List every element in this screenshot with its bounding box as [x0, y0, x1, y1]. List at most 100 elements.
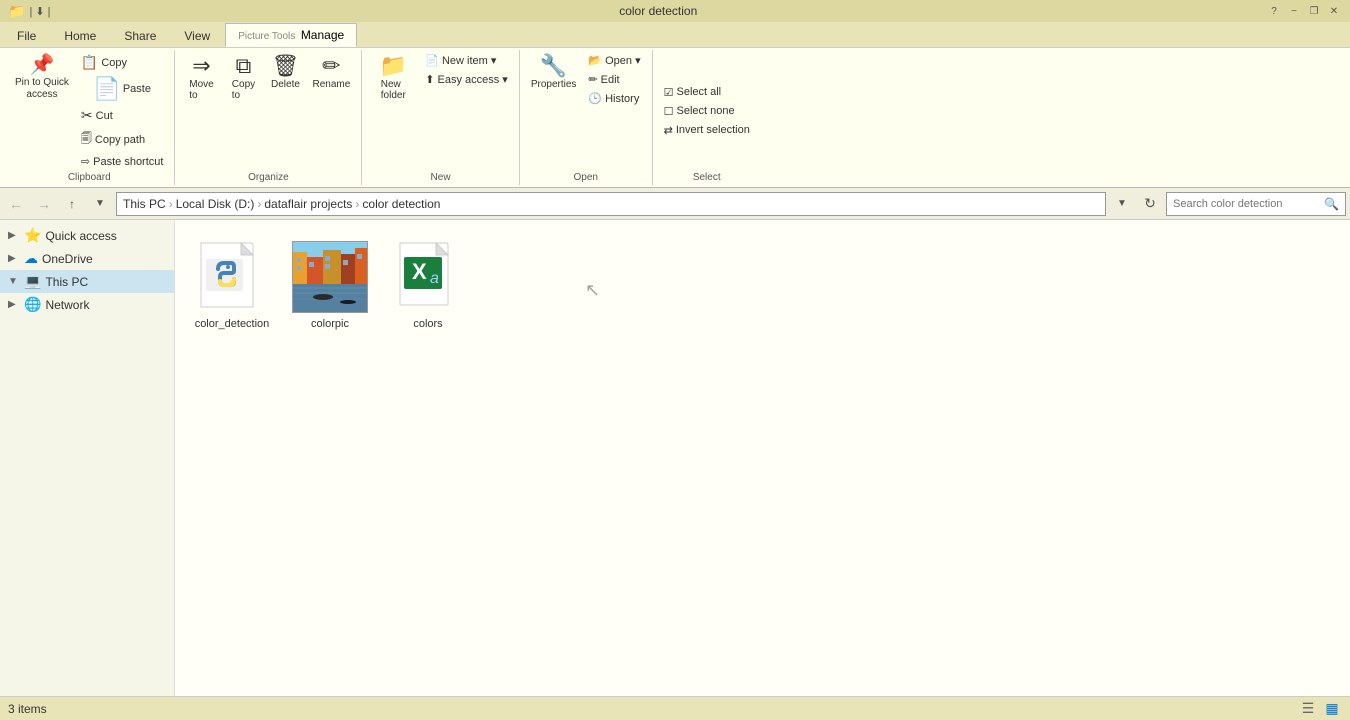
ribbon-group-open: 🔧 Properties 📂 Open ▾ ✏ Edit 🕒 History O…	[520, 50, 653, 185]
cut-button[interactable]: ✂ Cut	[76, 105, 169, 126]
new-folder-button[interactable]: 📁 Newfolder	[368, 52, 418, 104]
easy-access-button[interactable]: ⬆ Easy access ▾	[420, 71, 513, 88]
breadcrumb-local-disk[interactable]: Local Disk (D:)	[176, 197, 255, 211]
sidebar-item-network[interactable]: ▶ 🌐 Network	[0, 293, 174, 316]
back-button[interactable]: ←	[4, 192, 28, 216]
excel-file-icon-container: X a	[390, 239, 466, 315]
clipboard-buttons: 📌 Pin to Quickaccess 📋 Copy 📄 Paste ✂ Cu…	[10, 52, 168, 170]
copy-to-button[interactable]: ⧉ Copyto	[223, 52, 263, 104]
invert-selection-button[interactable]: ⇄ Invert selection	[659, 122, 755, 139]
chevron-icon-network: ▶	[8, 299, 20, 310]
details-view-button[interactable]: ▦	[1322, 699, 1342, 719]
python-file-svg	[196, 241, 268, 313]
quick-access-icon: ⭐	[24, 227, 41, 244]
pin-to-quick-access-button[interactable]: 📌 Pin to Quickaccess	[10, 52, 74, 104]
help-button[interactable]: ?	[1266, 3, 1282, 19]
colorpic-thumbnail	[293, 242, 368, 313]
network-icon: 🌐	[24, 296, 41, 313]
new-item-icon: 📄	[425, 54, 439, 67]
sidebar-item-onedrive[interactable]: ▶ ☁ OneDrive	[0, 247, 174, 270]
ribbon-tabs: File Home Share View Picture Tools Manag…	[0, 22, 1350, 48]
organize-buttons: ⇒ Moveto ⧉ Copyto 🗑 Delete ✏ Rename	[181, 52, 355, 170]
move-to-button[interactable]: ⇒ Moveto	[181, 52, 221, 104]
restore-button[interactable]: ❐	[1306, 3, 1322, 19]
sidebar-item-quick-access[interactable]: ▶ ⭐ Quick access	[0, 224, 174, 247]
sidebar: ▶ ⭐ Quick access ▶ ☁ OneDrive ▼ 💻 This P…	[0, 220, 175, 696]
organize-label: Organize	[181, 170, 355, 183]
up-button[interactable]: ↑	[60, 192, 84, 216]
copy-path-button[interactable]: 🗐 Copy path	[76, 128, 169, 151]
chevron-icon-onedrive: ▶	[8, 253, 20, 264]
properties-button[interactable]: 🔧 Properties	[526, 52, 582, 93]
status-bar: 3 items ☰ ▦	[0, 696, 1350, 720]
content-area: color_detection	[175, 220, 1350, 696]
svg-text:X: X	[412, 259, 427, 284]
move-icon: ⇒	[192, 55, 210, 77]
quick-access-toolbar: | ⬇ |	[29, 5, 50, 18]
paste-button[interactable]: 📄 Paste	[76, 75, 169, 103]
new-folder-icon: 📁	[380, 55, 407, 77]
python-file-icon-container	[194, 239, 270, 315]
file-item-colors[interactable]: X a colors	[383, 232, 473, 337]
sidebar-label-quick-access: Quick access	[45, 229, 116, 243]
clipboard-label: Clipboard	[10, 170, 168, 183]
title-bar-left: 📁 | ⬇ |	[8, 3, 50, 20]
new-item-button[interactable]: 📄 New item ▾	[420, 52, 513, 69]
close-button[interactable]: ✕	[1326, 3, 1342, 19]
address-bar[interactable]: This PC › Local Disk (D:) › dataflair pr…	[116, 192, 1106, 216]
sidebar-label-onedrive: OneDrive	[42, 252, 93, 266]
refresh-button[interactable]: ↻	[1138, 192, 1162, 216]
edit-button[interactable]: ✏ Edit	[583, 71, 645, 88]
file-name-colorpic: colorpic	[311, 318, 349, 330]
list-view-button[interactable]: ☰	[1298, 699, 1318, 719]
select-label: Select	[659, 170, 755, 183]
minimize-button[interactable]: −	[1286, 3, 1302, 19]
rename-icon: ✏	[322, 55, 340, 77]
history-button[interactable]: 🕒 History	[583, 90, 645, 107]
breadcrumb-color-detection[interactable]: color detection	[362, 197, 440, 211]
forward-button[interactable]: →	[32, 192, 56, 216]
file-item-colorpic[interactable]: colorpic	[285, 232, 375, 337]
breadcrumb-sep-2: ›	[257, 197, 261, 211]
file-item-color-detection[interactable]: color_detection	[187, 232, 277, 337]
tab-share[interactable]: Share	[111, 24, 169, 47]
sidebar-label-network: Network	[45, 298, 89, 312]
svg-text:a: a	[430, 270, 439, 287]
search-box[interactable]: 🔍	[1166, 192, 1346, 216]
select-buttons: ☑ Select all ☐ Select none ⇄ Invert sele…	[659, 52, 755, 170]
expand-address-button[interactable]: ▼	[88, 192, 112, 216]
open-button[interactable]: 📂 Open ▾	[583, 52, 645, 69]
copy-icon: 📋	[81, 54, 98, 71]
address-dropdown-button[interactable]: ▼	[1110, 192, 1134, 216]
paste-shortcut-icon: ⇨	[81, 155, 90, 168]
ribbon-group-select: ☑ Select all ☐ Select none ⇄ Invert sele…	[653, 50, 761, 185]
navigation-bar: ← → ↑ ▼ This PC › Local Disk (D:) › data…	[0, 188, 1350, 220]
items-count: 3 items	[8, 702, 47, 716]
select-all-icon: ☑	[664, 86, 674, 99]
open-buttons: 🔧 Properties 📂 Open ▾ ✏ Edit 🕒 History	[526, 52, 646, 170]
copy-to-icon: ⧉	[236, 55, 252, 77]
open-label: Open	[526, 170, 646, 183]
select-none-button[interactable]: ☐ Select none	[659, 103, 740, 120]
paste-shortcut-button[interactable]: ⇨ Paste shortcut	[76, 153, 169, 170]
sidebar-item-this-pc[interactable]: ▼ 💻 This PC	[0, 270, 174, 293]
tab-manage[interactable]: Picture Tools Manage	[225, 23, 357, 47]
copy-button[interactable]: 📋 Copy	[76, 52, 169, 73]
tab-file[interactable]: File	[4, 24, 49, 47]
tab-home[interactable]: Home	[51, 24, 109, 47]
image-file-icon-container	[292, 239, 368, 315]
file-name-colors: colors	[413, 318, 442, 330]
title-bar-title: color detection	[619, 4, 697, 18]
search-input[interactable]	[1173, 198, 1320, 210]
history-icon: 🕒	[588, 92, 602, 105]
main-area: ▶ ⭐ Quick access ▶ ☁ OneDrive ▼ 💻 This P…	[0, 220, 1350, 696]
rename-button[interactable]: ✏ Rename	[307, 52, 355, 93]
breadcrumb-this-pc[interactable]: This PC	[123, 197, 166, 211]
search-icon[interactable]: 🔍	[1324, 197, 1339, 211]
breadcrumb-dataflair[interactable]: dataflair projects	[264, 197, 352, 211]
select-all-button[interactable]: ☑ Select all	[659, 84, 727, 101]
delete-button[interactable]: 🗑 Delete	[265, 52, 305, 93]
tab-view[interactable]: View	[171, 24, 223, 47]
ribbon-group-new: 📁 Newfolder 📄 New item ▾ ⬆ Easy access ▾…	[362, 50, 520, 185]
chevron-icon-this-pc: ▼	[8, 276, 20, 287]
